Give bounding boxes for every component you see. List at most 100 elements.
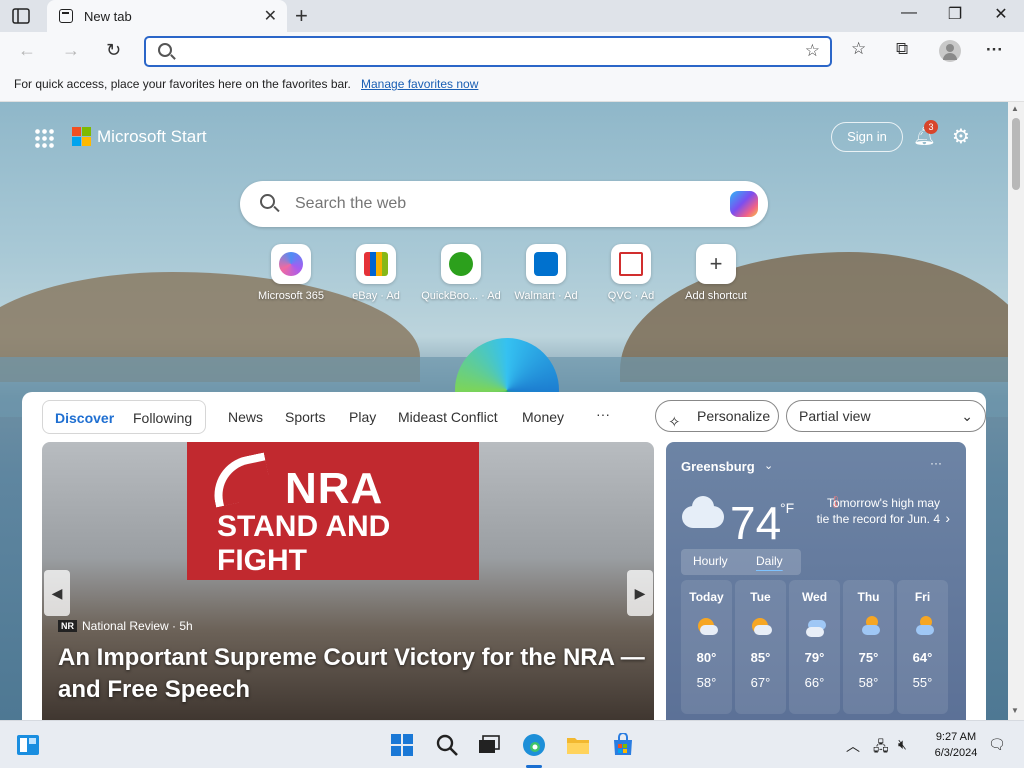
- widgets-icon[interactable]: [16, 733, 40, 757]
- file-explorer-icon[interactable]: [566, 733, 590, 757]
- day-high: 79°: [804, 650, 825, 665]
- back-button[interactable]: ←: [18, 40, 36, 61]
- clock-date: 6/3/2024: [934, 747, 978, 759]
- network-icon[interactable]: 🖧︎: [873, 736, 889, 760]
- minimize-button[interactable]: —: [886, 4, 932, 22]
- close-window-button[interactable]: ✕: [978, 4, 1024, 24]
- chevron-right-icon[interactable]: ›: [945, 510, 950, 526]
- pivot-discover[interactable]: Discover: [55, 410, 114, 426]
- page-settings-gear-icon[interactable]: ⚙: [952, 124, 970, 149]
- favorites-icon[interactable]: ☆: [851, 39, 866, 59]
- scroll-down-arrow-icon[interactable]: ▼: [1011, 706, 1019, 715]
- scrollbar-thumb[interactable]: [1012, 118, 1020, 190]
- shortcut-label: QVC · Ad: [607, 290, 655, 302]
- day-name: Today: [689, 590, 724, 604]
- plus-icon: +: [696, 244, 736, 284]
- search-icon[interactable]: [435, 733, 459, 757]
- feed-pivots: Discover Following News Sports Play Mide…: [42, 400, 986, 434]
- day-high: 80°: [696, 650, 717, 665]
- add-favorite-icon[interactable]: ☆: [805, 41, 820, 61]
- pivot-sports[interactable]: Sports: [285, 409, 325, 425]
- tab-new-tab[interactable]: New tab ✕: [47, 0, 287, 32]
- scroll-up-arrow-icon[interactable]: ▲: [1011, 104, 1019, 113]
- view-selector[interactable]: Partial view ⌄: [786, 400, 986, 432]
- carousel-prev-button[interactable]: ◀: [44, 570, 70, 616]
- cloudy-icon: [682, 496, 724, 528]
- browser-toolbar: ← → ↻ ☆ ☆ ⧉ ···: [0, 32, 1024, 70]
- sparkle-icon: ✧: [668, 414, 681, 431]
- day-name: Thu: [857, 590, 880, 604]
- manage-favorites-link[interactable]: Manage favorites now: [361, 77, 478, 91]
- weather-card[interactable]: Greensburg ⌄ ··· 74 °F 🌡︎ Tomorrow's hig…: [666, 442, 966, 720]
- rain-showers-icon: [858, 616, 880, 638]
- add-shortcut[interactable]: + Add shortcut: [676, 244, 756, 302]
- forecast-day[interactable]: Thu 75° 58°: [843, 580, 894, 714]
- shortcut-quickbooks[interactable]: QuickBoo... · Ad: [421, 244, 501, 302]
- shortcut-microsoft-365[interactable]: Microsoft 365: [251, 244, 331, 302]
- page-scrollbar[interactable]: ▲ ▼: [1008, 102, 1024, 720]
- tab-daily[interactable]: Daily: [756, 554, 783, 568]
- shortcut-label: Microsoft 365: [257, 290, 325, 302]
- edge-browser-icon[interactable]: [522, 733, 546, 757]
- hero-article-card[interactable]: NRA STAND AND FIGHT ◀ ▶ NR National Revi…: [42, 442, 654, 720]
- settings-more-icon[interactable]: ···: [986, 40, 1003, 60]
- system-clock[interactable]: 9:27 AM 6/3/2024: [928, 729, 984, 761]
- chevron-down-icon: ⌄: [961, 408, 973, 424]
- new-tab-page: Microsoft Start Sign in 🔔︎ 3 ⚙ Microsoft…: [0, 102, 1008, 720]
- rain-showers-icon: [804, 616, 826, 638]
- day-high: 75°: [858, 650, 879, 665]
- qvc-icon: [611, 244, 651, 284]
- banner-text: STAND AND FIGHT: [217, 510, 391, 577]
- shortcut-qvc[interactable]: QVC · Ad: [591, 244, 671, 302]
- more-options-icon[interactable]: ···: [930, 456, 942, 470]
- profile-avatar[interactable]: [939, 40, 961, 62]
- pivot-money[interactable]: Money: [522, 409, 564, 425]
- forecast-day[interactable]: Today 80° 58°: [681, 580, 732, 714]
- collections-icon[interactable]: ⧉: [896, 39, 908, 59]
- forecast-day[interactable]: Fri 64° 55°: [897, 580, 948, 714]
- tab-strip: New tab ✕ + — ❐ ✕: [0, 0, 1024, 32]
- refresh-button[interactable]: ↻: [106, 40, 121, 61]
- web-search-box[interactable]: [240, 181, 768, 227]
- source-logo: NR: [58, 620, 77, 632]
- day-low: 58°: [858, 675, 879, 690]
- show-hidden-icons-chevron-up-icon[interactable]: ︿: [846, 736, 860, 756]
- notification-center-icon[interactable]: 🗨︎: [988, 736, 1006, 753]
- pivot-news[interactable]: News: [228, 409, 263, 425]
- shortcut-walmart[interactable]: Walmart · Ad: [506, 244, 586, 302]
- microsoft-365-icon: [271, 244, 311, 284]
- forecast-tabs: Hourly Daily: [681, 549, 801, 575]
- clock-time: 9:27 AM: [935, 731, 977, 743]
- new-tab-button[interactable]: +: [295, 3, 308, 29]
- rain-showers-icon: [912, 616, 934, 638]
- web-search-input[interactable]: [295, 194, 695, 214]
- weather-location[interactable]: Greensburg: [681, 459, 755, 474]
- microsoft-store-icon[interactable]: [611, 732, 635, 757]
- maximize-button[interactable]: ❐: [932, 4, 978, 24]
- address-bar[interactable]: ☆: [144, 36, 832, 67]
- article-headline[interactable]: An Important Supreme Court Victory for t…: [58, 642, 648, 706]
- carousel-next-button[interactable]: ▶: [627, 570, 653, 616]
- forward-button[interactable]: →: [62, 40, 80, 61]
- start-windows-icon[interactable]: [390, 733, 414, 757]
- pivot-following[interactable]: Following: [133, 410, 192, 426]
- copilot-icon[interactable]: [730, 191, 758, 217]
- app-launcher-icon[interactable]: [34, 128, 54, 148]
- pivot-play[interactable]: Play: [349, 409, 376, 425]
- partly-sunny-icon: [750, 616, 772, 638]
- tab-hourly[interactable]: Hourly: [693, 554, 728, 568]
- volume-muted-icon[interactable]: 🔇︎: [898, 736, 907, 753]
- sign-in-button[interactable]: Sign in: [831, 122, 903, 152]
- forecast-day[interactable]: Wed 79° 66°: [789, 580, 840, 714]
- weather-alert[interactable]: Tomorrow's high may tie the record for J…: [816, 495, 940, 527]
- personalize-button[interactable]: ✧ Personalize: [655, 400, 779, 432]
- pivot-more-icon[interactable]: ···: [596, 406, 610, 422]
- tab-actions-icon[interactable]: [12, 8, 30, 24]
- forecast-day[interactable]: Tue 85° 67°: [735, 580, 786, 714]
- task-view-icon[interactable]: [477, 733, 501, 757]
- chevron-down-icon[interactable]: ⌄: [764, 459, 773, 472]
- pivot-mideast-conflict[interactable]: Mideast Conflict: [398, 409, 498, 425]
- shortcut-ebay[interactable]: eBay · Ad: [336, 244, 416, 302]
- address-input[interactable]: [186, 42, 786, 62]
- tab-close-icon[interactable]: ✕: [264, 6, 277, 26]
